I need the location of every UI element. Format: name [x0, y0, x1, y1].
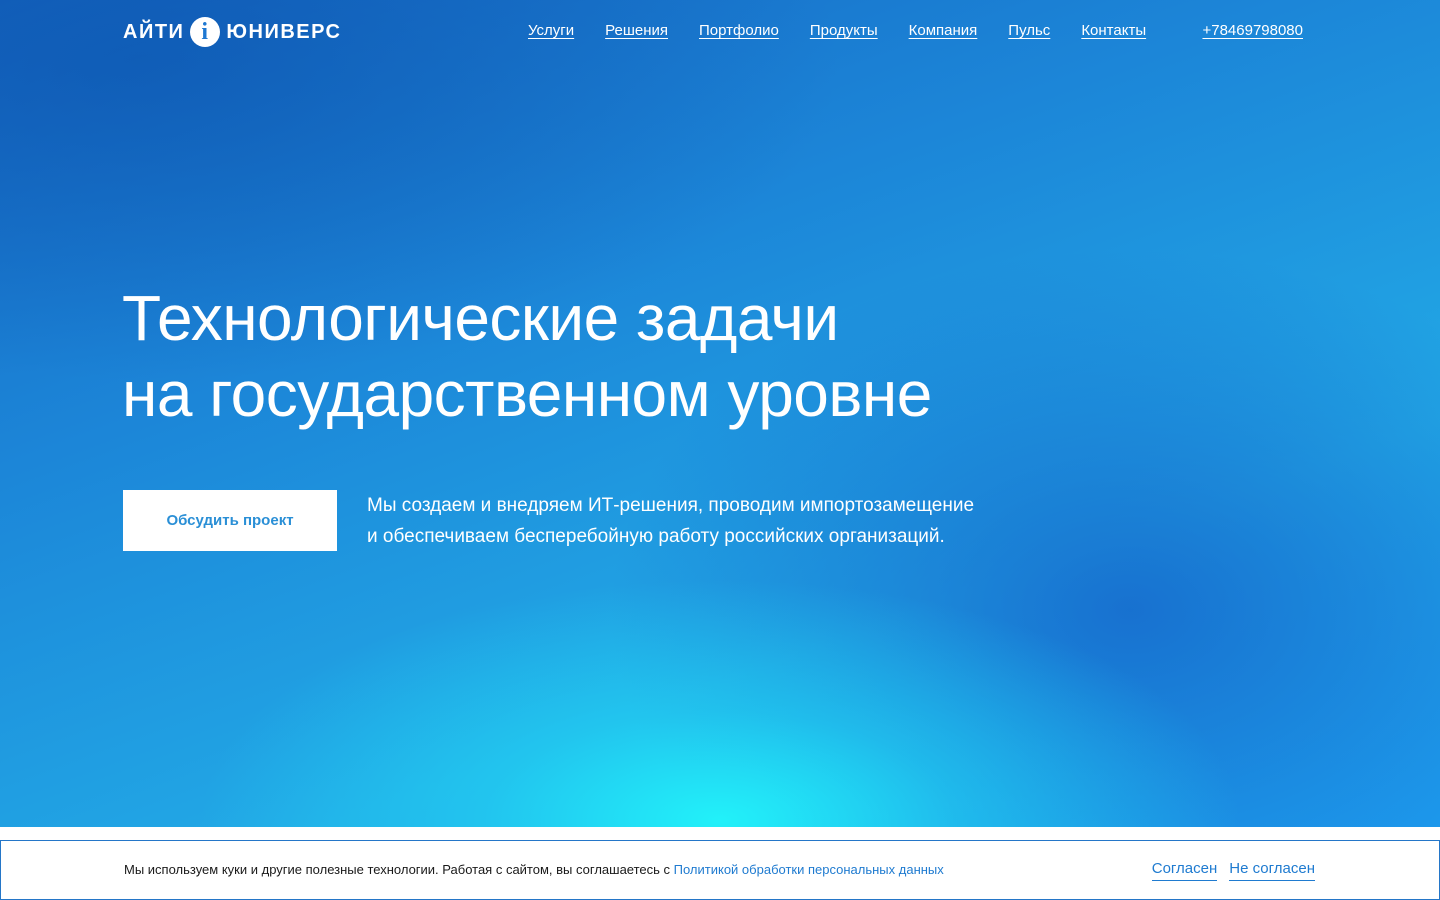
nav-item-products[interactable]: Продукты — [810, 22, 878, 39]
cookie-actions: Согласен Не согласен — [1151, 860, 1315, 881]
logo-text-right: ЮНИВЕРС — [226, 20, 342, 43]
nav-item-portfolio[interactable]: Портфолио — [699, 22, 779, 39]
info-logo-icon: i — [190, 17, 221, 47]
hero-description-line-1: Мы создаем и внедряем ИТ-решения, провод… — [367, 495, 975, 516]
discuss-project-button[interactable]: Обсудить проект — [123, 490, 337, 551]
nav-item-services[interactable]: Услуги — [528, 22, 574, 39]
nav-item-solutions[interactable]: Решения — [605, 22, 668, 39]
hero-description: Мы создаем и внедряем ИТ-решения, провод… — [367, 490, 1007, 552]
nav-item-pulse[interactable]: Пульс — [1008, 22, 1050, 39]
cookie-banner: Мы используем куки и другие полезные тех… — [0, 840, 1440, 900]
cookie-message: Мы используем куки и другие полезные тех… — [124, 862, 674, 877]
nav-item-company[interactable]: Компания — [909, 22, 978, 39]
cookie-text: Мы используем куки и другие полезные тех… — [124, 862, 944, 877]
hero-section: АЙТИ i ЮНИВЕРС Услуги Решения Портфолио … — [0, 0, 1440, 827]
logo-text-left: АЙТИ — [123, 20, 185, 43]
phone-link[interactable]: +78469798080 — [1202, 22, 1303, 39]
page-title-line-2: на государственном уровне — [122, 358, 932, 430]
hero-description-line-2: и обеспечиваем бесперебойную работу росс… — [367, 526, 945, 547]
page-title: Технологические задачи на государственно… — [122, 280, 1022, 432]
page-title-line-1: Технологические задачи — [122, 282, 839, 354]
logo[interactable]: АЙТИ i ЮНИВЕРС — [123, 16, 341, 48]
nav-item-contacts[interactable]: Контакты — [1081, 22, 1146, 39]
cookie-decline-button[interactable]: Не согласен — [1229, 860, 1315, 881]
main-nav: Услуги Решения Портфолио Продукты Компан… — [528, 22, 1177, 39]
privacy-policy-link[interactable]: Политикой обработки персональных данных — [674, 862, 944, 877]
cookie-accept-button[interactable]: Согласен — [1151, 860, 1218, 881]
